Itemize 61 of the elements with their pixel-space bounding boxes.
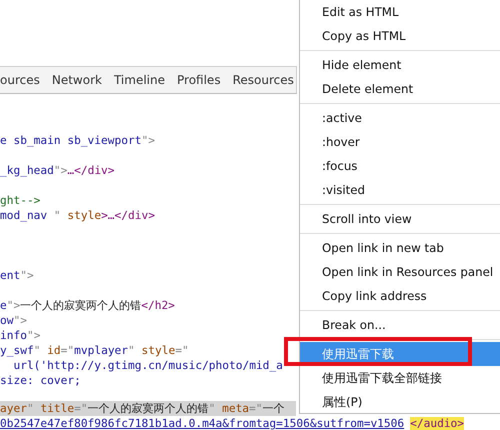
code-link[interactable]: 0b2547e47ef80f986fc7181b1ad.0.m4a&fromtag=1506&sutfrom=v1506: [0, 417, 404, 430]
code-text: y_swf: [0, 344, 34, 357]
code-text: 一个人的寂寞两个人的错: [88, 402, 209, 415]
code-text: =": [249, 402, 263, 415]
panel-tab[interactable]: Timeline: [108, 73, 171, 87]
code-text: ow: [0, 314, 14, 327]
code-text: meta: [222, 402, 250, 415]
menu-item[interactable]: Hide element: [300, 53, 500, 77]
menu-item[interactable]: Open link in Resources panel: [300, 260, 500, 284]
menu-item[interactable]: Edit as HTML: [300, 0, 500, 24]
code-text: =": [74, 402, 88, 415]
code-text: ": [54, 209, 62, 222]
code-text: ": [34, 344, 42, 357]
code-text: ": [208, 402, 216, 415]
panel-tab[interactable]: ources: [0, 73, 46, 87]
code-text: e: [0, 299, 7, 312]
code-text: ">: [54, 164, 68, 177]
panel-tab[interactable]: Profiles: [171, 73, 227, 87]
code-text: ">: [13, 314, 27, 327]
menu-item[interactable]: Open link in new tab: [300, 236, 500, 260]
menu-item[interactable]: Scroll into view: [300, 207, 500, 231]
menu-item[interactable]: 属性(P): [300, 390, 500, 414]
code-text: id: [47, 344, 61, 357]
menu-item[interactable]: Break on...: [300, 313, 500, 337]
code-text: ": [128, 344, 136, 357]
menu-item[interactable]: Copy as HTML: [300, 24, 500, 48]
code-text: ">: [26, 329, 40, 342]
code-text: 一个人的寂寞两个人的错: [20, 299, 142, 312]
code-text: mod_nav: [0, 209, 48, 222]
code-text: ent: [0, 269, 20, 282]
code-text: ">: [20, 269, 34, 282]
menu-item[interactable]: :active: [300, 106, 500, 130]
code-text: url('http://y.gtimg.cn/music/photo/mid_a: [12, 359, 283, 372]
code-text: ">: [141, 134, 155, 147]
panel-tab[interactable]: Resources: [226, 73, 300, 87]
code-comment: ght-->: [0, 194, 40, 207]
code-text: e sb_main sb_viewport: [0, 134, 142, 147]
panel-tab[interactable]: Network: [46, 73, 108, 87]
code-text: title: [40, 402, 74, 415]
menu-item[interactable]: :focus: [300, 154, 500, 178]
code-text: </h2>: [141, 299, 175, 312]
code-text: 一个: [262, 402, 285, 415]
menu-item[interactable]: :visited: [300, 178, 500, 202]
menu-item[interactable]: 使用迅雷下载全部链接: [300, 366, 500, 390]
code-text: =": [175, 344, 189, 357]
code-text: >…</div>: [101, 209, 155, 222]
code-text: size: cover;: [0, 374, 81, 387]
menu-item[interactable]: Copy link address: [300, 284, 500, 308]
menu-item[interactable]: Delete element: [300, 77, 500, 101]
code-text: style: [142, 344, 176, 357]
code-text: mvplayer: [74, 344, 128, 357]
code-text: ">: [6, 299, 20, 312]
code-text: info: [0, 329, 27, 342]
code-text: _kg_head: [0, 164, 54, 177]
code-text: …</div>: [67, 164, 115, 177]
code-text: style: [67, 209, 102, 222]
code-text: ": [26, 402, 35, 415]
code-text: =": [60, 344, 74, 357]
highlighted-tag: </audio>: [410, 417, 464, 430]
menu-item[interactable]: :hover: [300, 130, 500, 154]
code-text: ayer: [0, 402, 27, 415]
